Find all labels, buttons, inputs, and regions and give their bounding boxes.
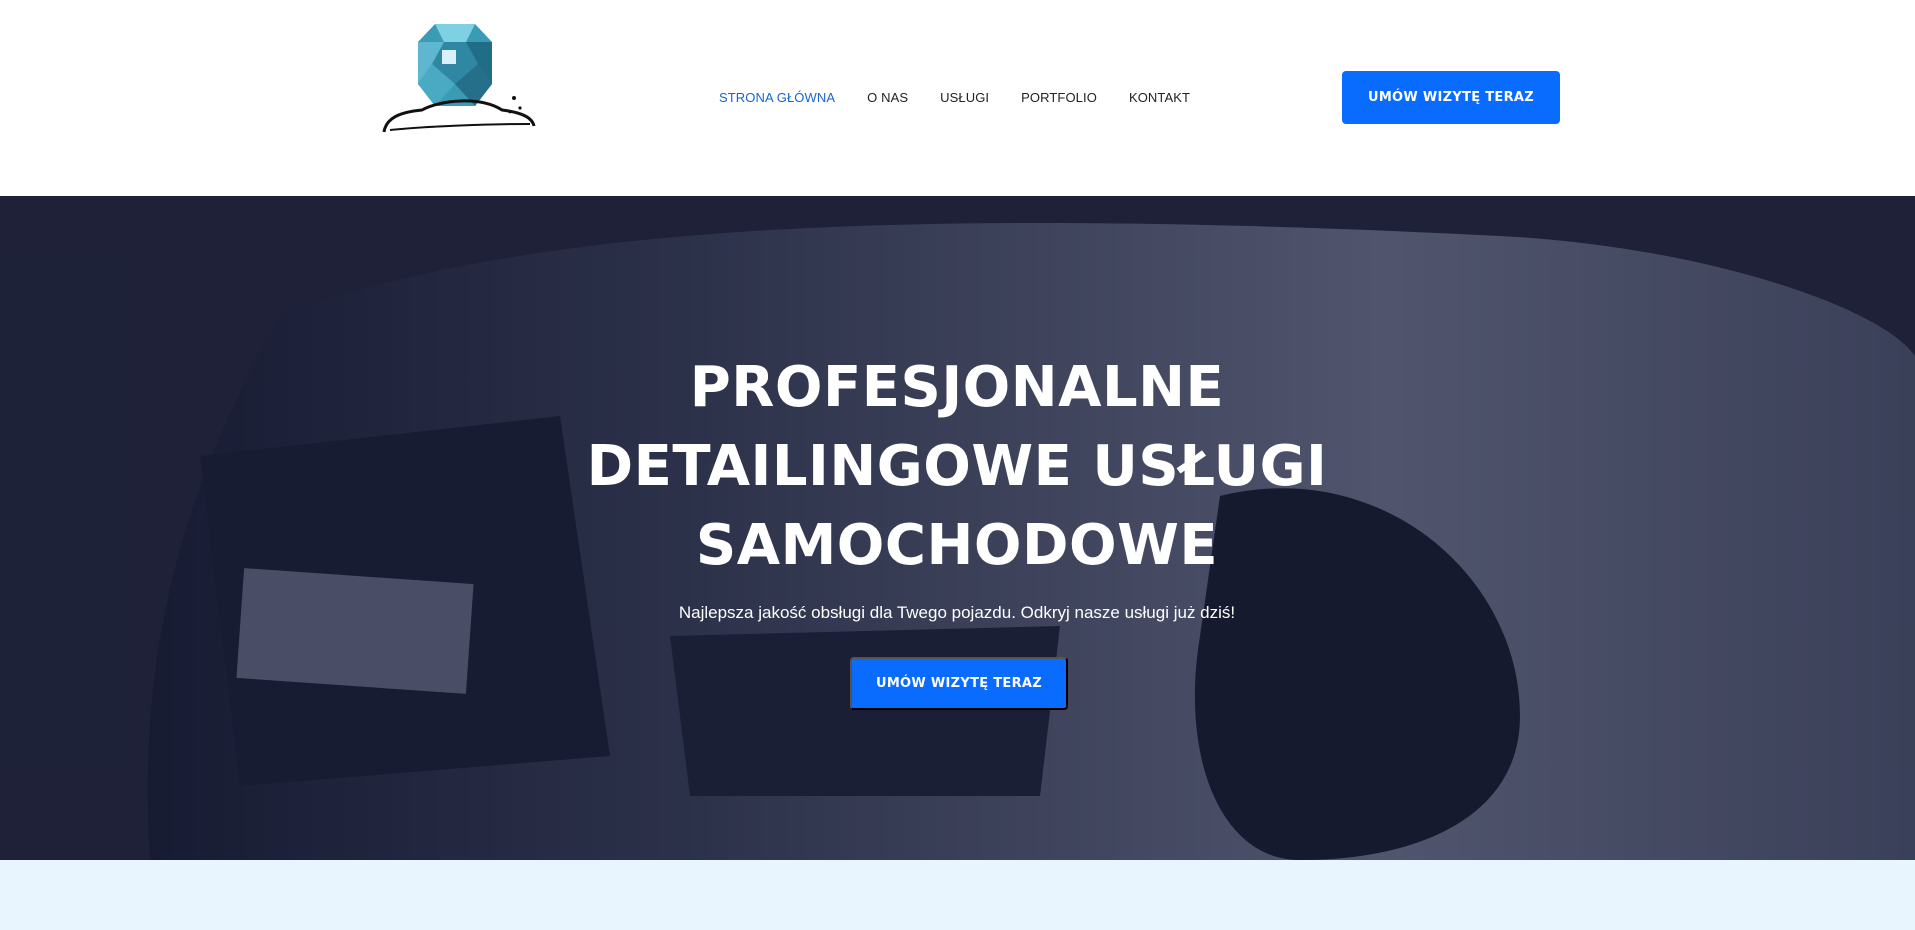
nav-item-contact[interactable]: KONTAKT bbox=[1129, 88, 1190, 108]
book-appointment-hero-button[interactable]: UMÓW WIZYTĘ TERAZ bbox=[850, 657, 1068, 710]
site-header: STRONA GŁÓWNA O NAS USŁUGI PORTFOLIO KON… bbox=[0, 0, 1915, 196]
hero-title-line-1: PROFESJONALNE bbox=[689, 355, 1225, 420]
next-section bbox=[0, 860, 1915, 930]
hero-title: PROFESJONALNE DETAILINGOWE USŁUGI SAMOCH… bbox=[557, 348, 1357, 585]
brand-logo[interactable] bbox=[370, 20, 550, 180]
main-nav: STRONA GŁÓWNA O NAS USŁUGI PORTFOLIO KON… bbox=[719, 88, 1222, 108]
diamond-car-logo-icon bbox=[382, 24, 536, 133]
nav-item-services[interactable]: USŁUGI bbox=[940, 88, 989, 108]
hero-title-line-3: SAMOCHODOWE bbox=[695, 513, 1219, 578]
hero-subtitle: Najlepsza jakość obsługi dla Twego pojaz… bbox=[678, 603, 1236, 622]
hero-section: PROFESJONALNE DETAILINGOWE USŁUGI SAMOCH… bbox=[0, 196, 1915, 860]
nav-item-home[interactable]: STRONA GŁÓWNA bbox=[719, 88, 835, 108]
nav-item-about[interactable]: O NAS bbox=[867, 88, 908, 108]
hero-title-line-2: DETAILINGOWE USŁUGI bbox=[586, 434, 1328, 499]
nav-item-portfolio[interactable]: PORTFOLIO bbox=[1021, 88, 1097, 108]
book-appointment-header-button[interactable]: UMÓW WIZYTĘ TERAZ bbox=[1342, 71, 1560, 124]
